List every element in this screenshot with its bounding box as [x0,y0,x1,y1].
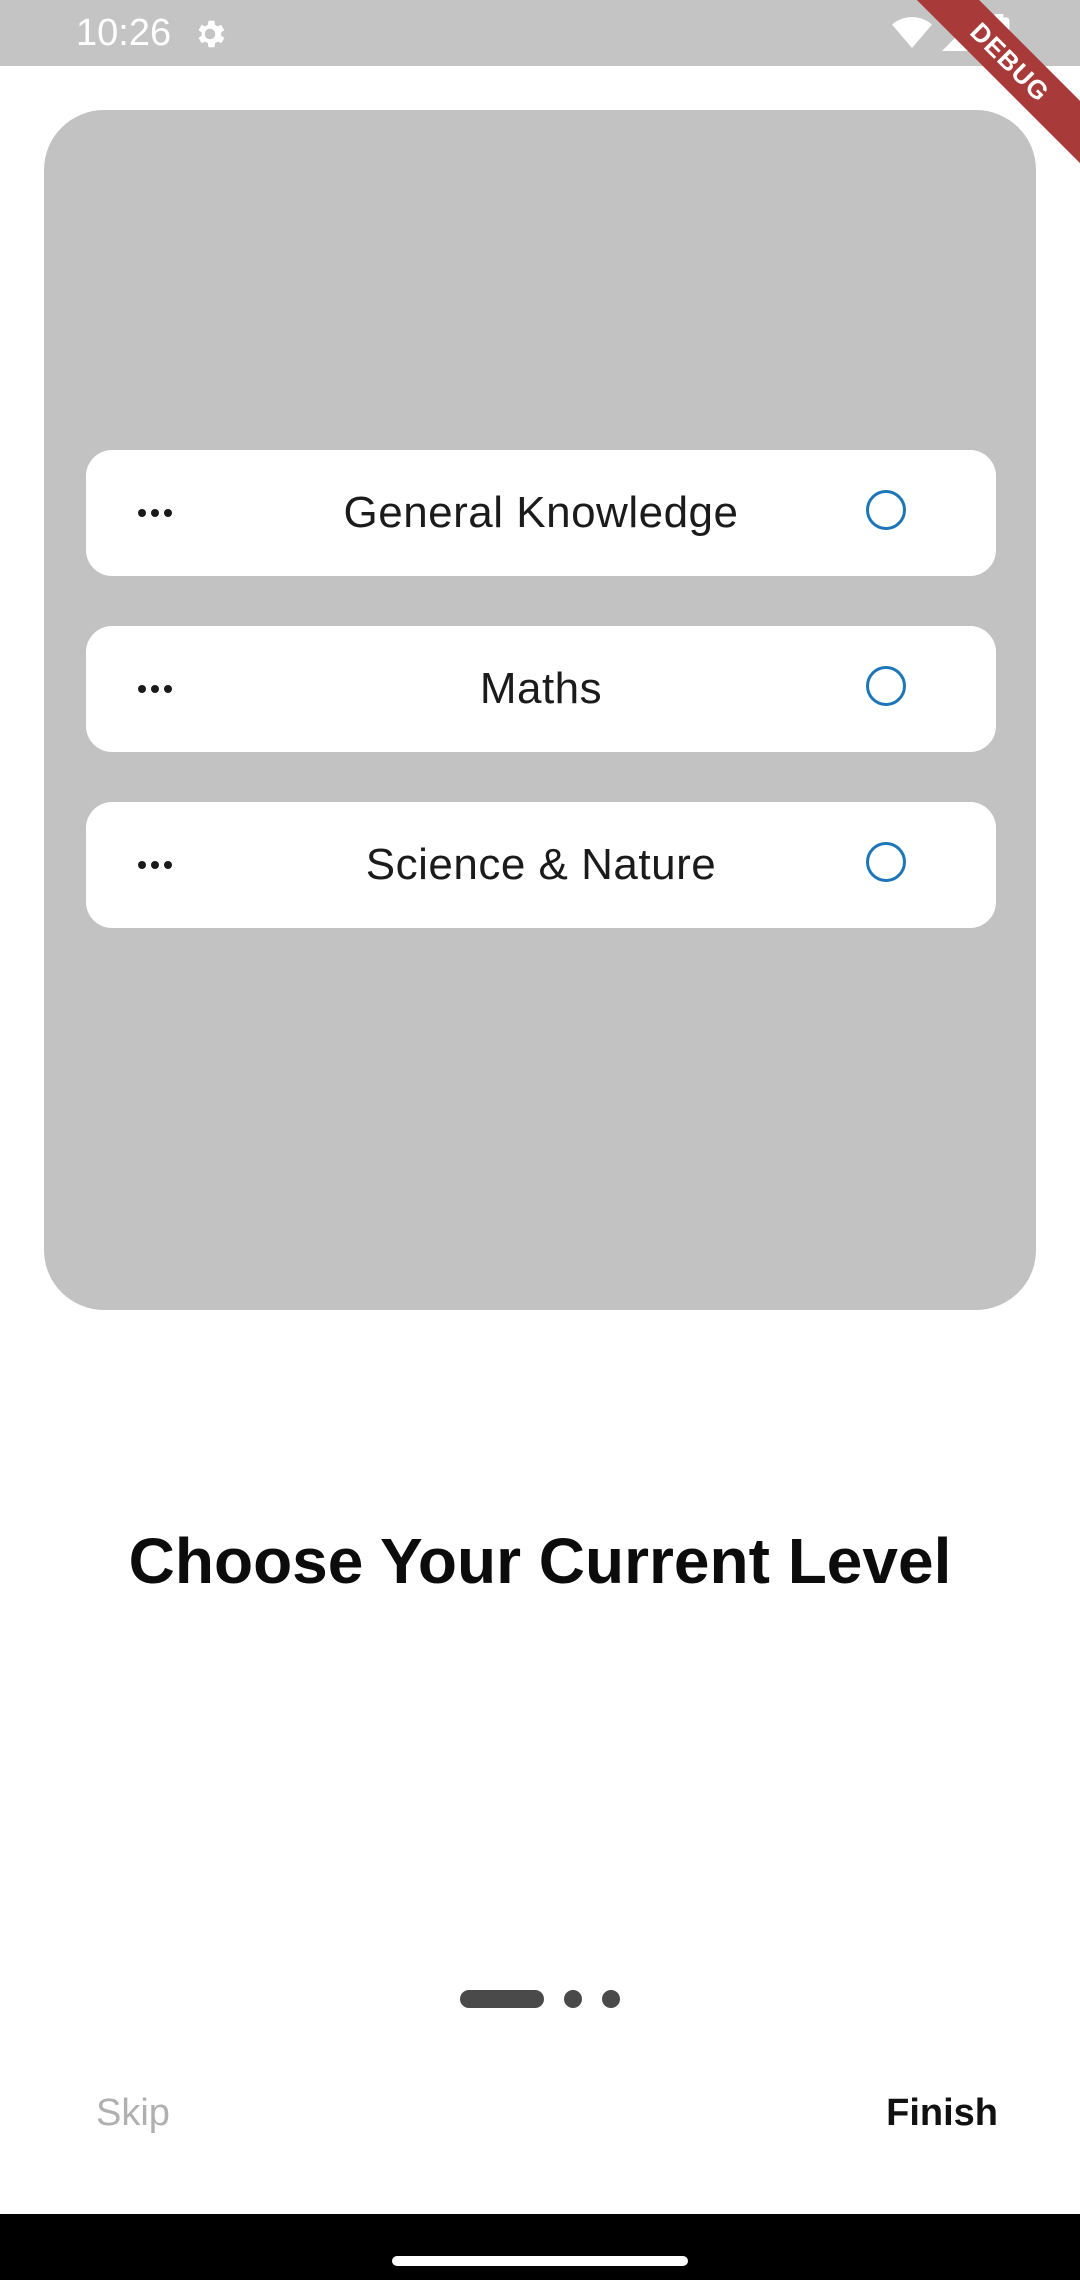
skip-button[interactable]: Skip [96,2092,170,2135]
onboarding-screen: 10:26 DEBUG General Knowledge Maths Scie… [0,0,1080,2280]
radio-button[interactable] [866,842,906,882]
page-indicator [460,1990,620,2008]
page-indicator-dot [564,1990,582,2008]
wifi-icon [892,17,932,48]
radio-button[interactable] [866,666,906,706]
status-bar: 10:26 DEBUG [0,0,1080,170]
option-general-knowledge[interactable]: General Knowledge [86,450,996,576]
page-title: Choose Your Current Level [128,1525,952,1597]
status-time: 10:26 [76,12,172,54]
gear-icon [198,20,225,48]
page-indicator-dot [602,1990,620,2008]
option-science-nature[interactable]: Science & Nature [86,802,996,928]
option-label: General Knowledge [343,488,739,537]
option-label: Maths [479,664,603,713]
home-gesture-handle[interactable] [392,2256,688,2266]
finish-button[interactable]: Finish [886,2092,998,2135]
page-indicator-active [460,1990,544,2008]
radio-button[interactable] [866,490,906,530]
navigation-bar [0,2214,1080,2280]
options-card: General Knowledge Maths Science & Nature [44,110,1036,1310]
option-maths[interactable]: Maths [86,626,996,752]
option-label: Science & Nature [365,840,717,889]
